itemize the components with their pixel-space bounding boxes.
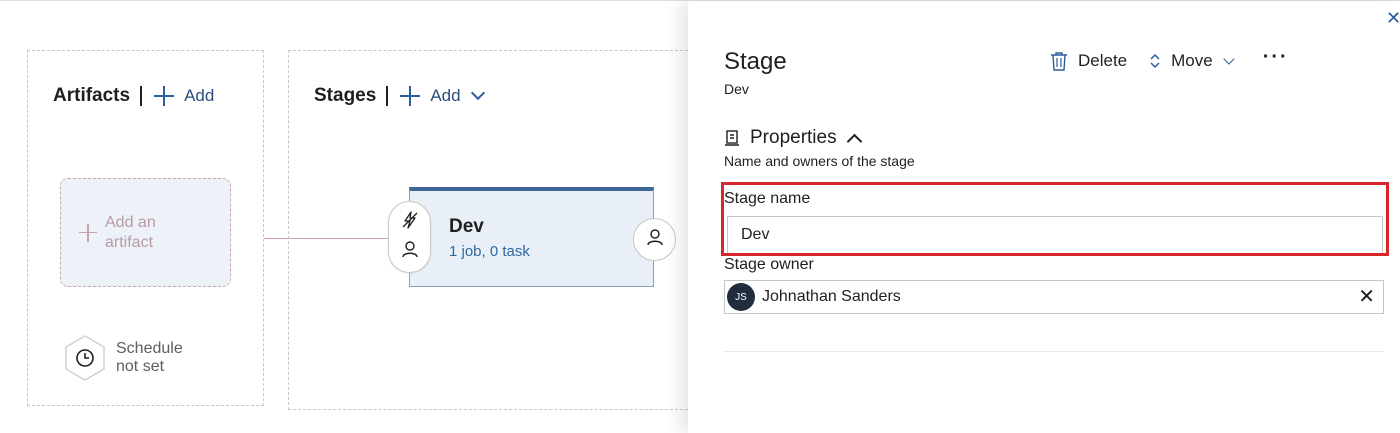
add-stage-link-label: Add [430,86,461,105]
stage-owner-field[interactable]: JS Johnathan Sanders ✕ [724,280,1384,314]
schedule-label: Schedule not set [116,340,183,375]
post-deployment-conditions[interactable] [633,218,676,261]
more-icon[interactable]: ··· [1263,46,1289,69]
artifacts-header: Artifacts Add [53,85,214,107]
add-stage-link[interactable]: Add [400,85,485,106]
stages-title: Stages [314,85,377,106]
close-icon[interactable]: ✕ [1386,9,1400,27]
move-button[interactable]: Move [1149,51,1235,71]
section-divider [724,351,1384,352]
delete-label: Delete [1078,51,1128,70]
chevron-down-icon [1223,52,1235,65]
delete-button[interactable]: Delete [1050,51,1127,71]
person-icon [401,240,419,263]
stage-owner-label: Stage owner [724,256,814,273]
panel-toolbar: Delete Move ··· [1050,46,1289,71]
add-artifact-link-label: Add [184,86,215,105]
stage-card-dev[interactable]: Dev 1 job, 0 task [409,187,654,287]
clear-owner-icon[interactable]: ✕ [1358,286,1375,308]
sort-arrows-icon [1150,53,1160,69]
add-artifact-link[interactable]: Add [154,86,214,106]
header-separator [140,86,143,106]
plus-icon [79,223,97,242]
chevron-down-icon [470,85,485,101]
properties-heading: Properties [750,127,837,148]
owner-name: Johnathan Sanders [762,288,901,305]
add-artifact-label: Add an artifact [105,213,156,251]
stages-header: Stages Add [314,85,485,107]
clock-icon [63,334,107,382]
header-separator [386,86,389,106]
properties-section-toggle[interactable]: Properties [724,127,862,149]
stage-card-name: Dev [449,216,484,237]
trash-icon [1051,52,1067,71]
artifacts-title: Artifacts [53,85,131,106]
schedule-trigger[interactable]: Schedule not set [63,334,196,382]
lightning-icon [401,211,419,234]
person-icon [646,228,664,251]
chevron-up-icon [846,133,862,149]
move-label: Move [1171,51,1213,70]
stage-card-summary-link[interactable]: 1 job, 0 task [449,243,530,260]
stage-name-highlight [721,182,1389,256]
properties-description: Name and owners of the stage [724,153,915,169]
plus-icon [154,86,175,106]
add-artifact-button[interactable]: Add an artifact [60,178,231,287]
pipeline-canvas: Artifacts Add Add an artifact Schedule n… [0,1,708,433]
properties-icon [725,130,739,146]
plus-icon [400,86,421,106]
avatar: JS [727,283,755,311]
panel-title: Stage [724,48,787,75]
pre-deployment-conditions[interactable] [388,201,431,273]
panel-subtitle: Dev [724,81,749,97]
